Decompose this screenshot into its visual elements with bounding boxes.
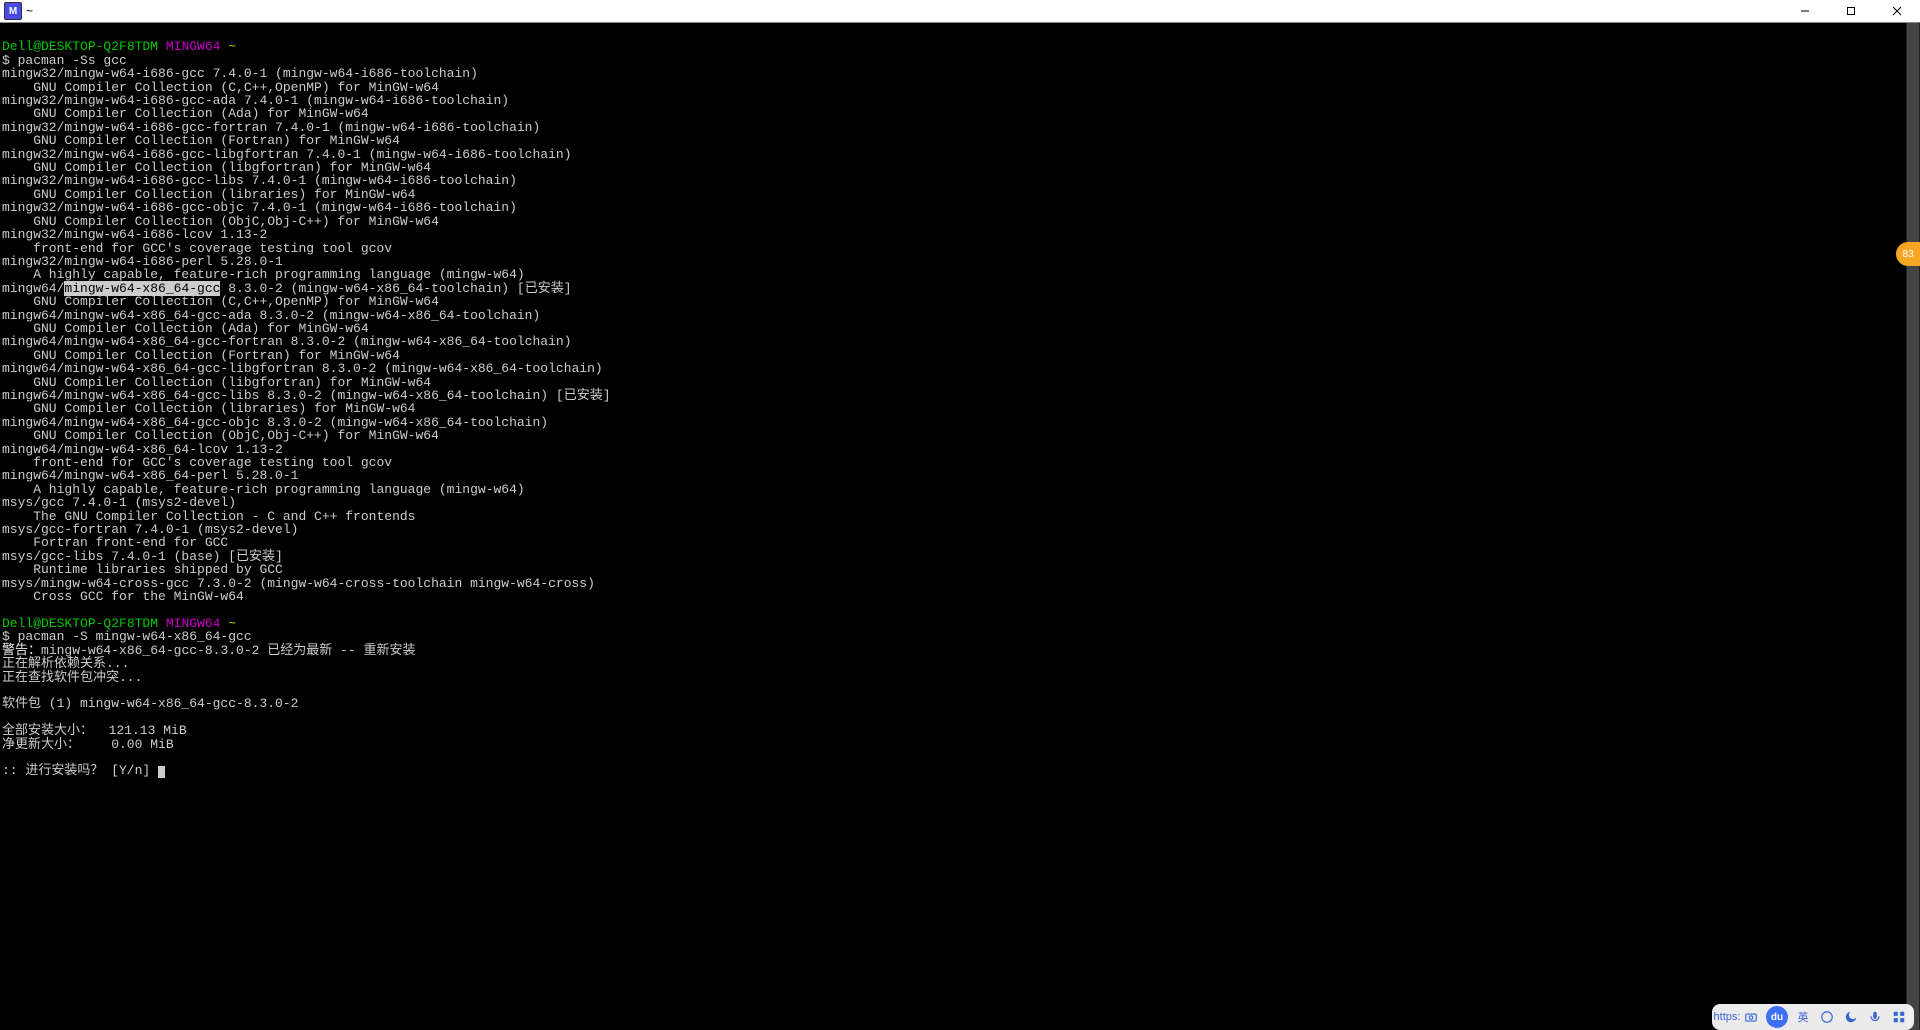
moon-icon[interactable] <box>1842 1008 1860 1026</box>
window-title: ~ <box>26 4 33 18</box>
mic-icon[interactable] <box>1866 1008 1884 1026</box>
app-icon: M <box>4 2 22 20</box>
terminal-output[interactable]: Dell@DESKTOP-Q2F8TDM MINGW64 ~ $ pacman … <box>0 23 1920 1030</box>
window-titlebar: M ~ <box>0 0 1920 23</box>
sound-icon[interactable] <box>1818 1008 1836 1026</box>
https-indicator: https: <box>1718 1008 1736 1026</box>
side-badge[interactable]: 83 <box>1896 242 1920 266</box>
minimize-button[interactable] <box>1782 0 1828 22</box>
grid-icon[interactable] <box>1890 1008 1908 1026</box>
terminal-scrollbar[interactable] <box>1906 23 1920 1030</box>
camera-icon[interactable] <box>1742 1008 1760 1026</box>
ime-indicator[interactable]: 英 <box>1794 1008 1812 1026</box>
taskbar-widgets: https: du 英 <box>1712 1004 1914 1030</box>
close-button[interactable] <box>1874 0 1920 22</box>
du-icon[interactable]: du <box>1766 1006 1788 1028</box>
maximize-button[interactable] <box>1828 0 1874 22</box>
